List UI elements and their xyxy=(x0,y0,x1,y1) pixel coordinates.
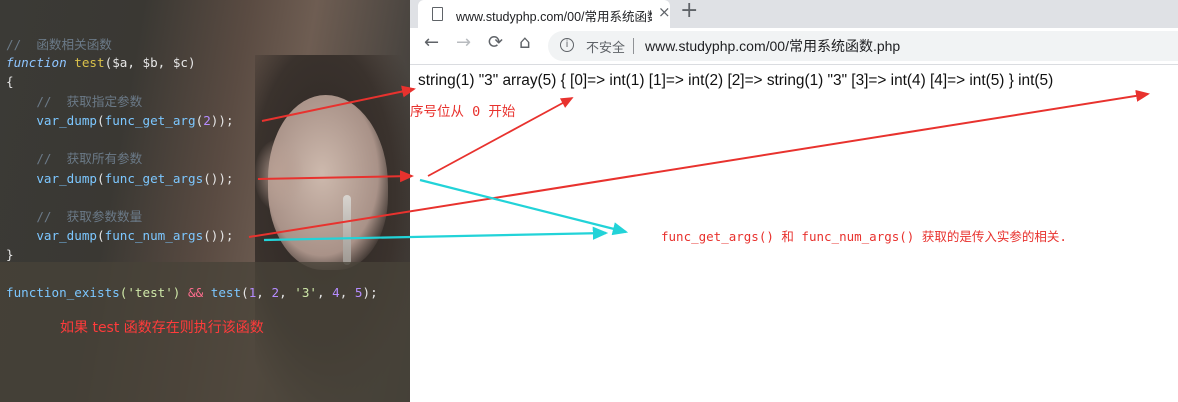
php-output: string(1) "3" array(5) { [0]=> int(1) [1… xyxy=(418,72,1054,89)
code-line-var-dump-arg: var_dump(func_get_arg(2)); xyxy=(36,113,234,128)
code-line-function-exists: function_exists('test') && test(1, 2, '3… xyxy=(6,285,378,300)
url-text[interactable]: www.studyphp.com/00/常用系统函数.php xyxy=(645,36,900,56)
code-line-open-brace: { xyxy=(6,74,14,89)
home-button[interactable]: ⌂ xyxy=(519,32,530,53)
background-photo-hand xyxy=(255,140,303,210)
page-icon xyxy=(432,7,443,21)
tab-title: www.studyphp.com/00/常用系统函数.php xyxy=(456,10,652,24)
new-tab-button[interactable]: + xyxy=(680,0,698,23)
code-line-comment-3: // 获取参数数量 xyxy=(36,209,143,224)
browser-tab[interactable]: www.studyphp.com/00/常用系统函数.php × xyxy=(418,0,671,28)
code-line-comment-1: // 获取指定参数 xyxy=(36,94,143,109)
close-tab-icon[interactable]: × xyxy=(658,3,671,21)
code-line-var-dump-num: var_dump(func_num_args()); xyxy=(36,228,234,243)
code-editor: // 函数相关函数 function test($a, $b, $c) { //… xyxy=(0,0,410,402)
browser-toolbar: ← → ⟳ ⌂ i 不安全 www.studyphp.com/00/常用系统函数… xyxy=(410,28,1178,65)
reload-button[interactable]: ⟳ xyxy=(488,32,503,53)
tab-strip: www.studyphp.com/00/常用系统函数.php × + xyxy=(410,0,1178,28)
annotation-func-args: func_get_args() 和 func_num_args() 获取的是传入… xyxy=(661,229,1067,244)
security-status[interactable]: 不安全 xyxy=(586,37,625,56)
annotation-function-exists: 如果 test 函数存在则执行该函数 xyxy=(60,320,264,336)
browser-window: www.studyphp.com/00/常用系统函数.php × + ← → ⟳… xyxy=(410,0,1178,402)
back-button[interactable]: ← xyxy=(424,32,439,53)
annotation-index-start: 序号位从 0 开始 xyxy=(410,104,516,120)
code-line-close-brace: } xyxy=(6,247,14,262)
code-line-var-dump-args: var_dump(func_get_args()); xyxy=(36,171,234,186)
code-line-comment: // 函数相关函数 xyxy=(6,37,112,52)
code-line-comment-2: // 获取所有参数 xyxy=(36,151,143,166)
info-icon[interactable]: i xyxy=(560,38,574,52)
forward-button[interactable]: → xyxy=(456,32,471,53)
address-divider xyxy=(633,38,634,54)
background-photo-earring xyxy=(343,195,351,265)
address-bar[interactable]: i 不安全 www.studyphp.com/00/常用系统函数.php xyxy=(548,31,1178,61)
code-line-function-decl: function test($a, $b, $c) xyxy=(6,55,196,70)
